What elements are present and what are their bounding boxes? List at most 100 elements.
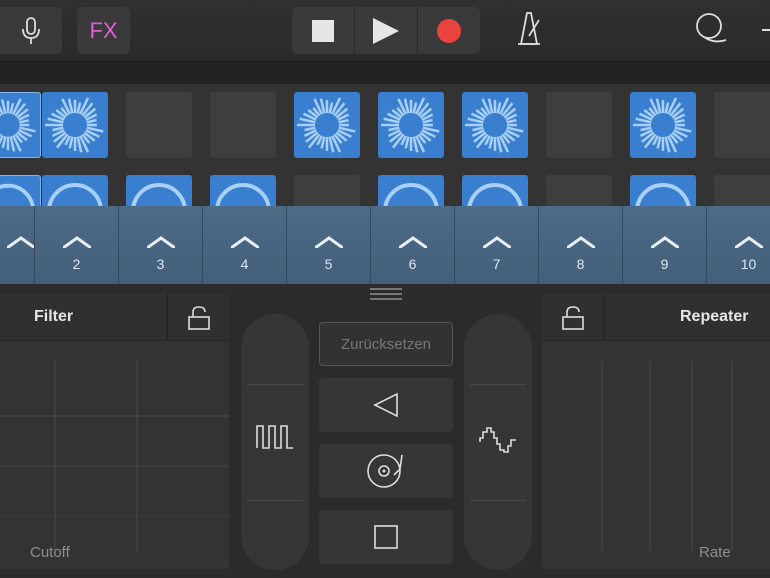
microphone-icon [22, 16, 40, 44]
loop-cell[interactable] [210, 175, 276, 206]
column-trigger-8[interactable]: 8 [538, 206, 622, 284]
waveform-ring-icon [383, 183, 439, 206]
column-number: 6 [408, 256, 417, 272]
chevron-up-icon [398, 236, 427, 248]
column-number: 9 [660, 256, 669, 272]
filter-pad[interactable]: Filter Cutoff [0, 294, 229, 569]
waveform-ring-icon [297, 97, 356, 153]
waveform-ring-icon [381, 97, 440, 153]
loop-cell[interactable] [630, 175, 696, 206]
loop-icon [696, 13, 727, 43]
filter-header: Filter [0, 294, 229, 341]
waveform-ring-icon [633, 97, 692, 153]
column-number: 5 [324, 256, 333, 272]
loop-cell[interactable] [546, 92, 612, 158]
loop-cell[interactable] [294, 92, 360, 158]
stop-button[interactable] [292, 7, 355, 54]
chevron-up-icon [650, 236, 679, 248]
column-trigger-3[interactable]: 3 [118, 206, 202, 284]
stop-effect-button[interactable] [319, 510, 453, 564]
filter-xy-grid [0, 361, 229, 551]
record-icon [437, 18, 461, 43]
column-number: 3 [156, 256, 165, 272]
loop-cell[interactable] [126, 92, 192, 158]
filter-lock-button[interactable] [167, 294, 229, 341]
chevron-up-icon [314, 236, 343, 248]
loop-cell[interactable] [0, 175, 41, 206]
loop-cell[interactable] [714, 175, 770, 206]
live-loops-screen: FX 2 3 4 5 6 7 8 9 10 Filter Cutoff Zurü… [0, 0, 770, 578]
toolbar: FX [0, 0, 770, 62]
loop-cell[interactable] [42, 175, 108, 206]
drag-handle[interactable] [370, 288, 402, 303]
loop-cell[interactable] [126, 175, 192, 206]
loop-cell[interactable] [546, 175, 612, 206]
waveform-ring-icon [467, 183, 523, 206]
reset-label: Zurücksetzen [340, 335, 432, 353]
column-number: 2 [72, 256, 81, 272]
stop-icon [312, 19, 334, 42]
column-trigger-row: 2 3 4 5 6 7 8 9 10 [0, 206, 770, 284]
loop-cell[interactable] [210, 92, 276, 158]
waveform-ring-icon [465, 97, 524, 153]
column-trigger-6[interactable]: 6 [370, 206, 454, 284]
turntable-icon [367, 454, 403, 488]
settings-partial-icon[interactable] [762, 24, 770, 36]
chevron-up-icon [230, 236, 259, 248]
play-icon [373, 17, 399, 44]
column-trigger-10[interactable]: 10 [706, 206, 770, 284]
metronome-button[interactable] [512, 10, 544, 46]
downsampler-effect-button[interactable] [464, 314, 532, 570]
loop-cell[interactable] [714, 92, 770, 158]
loop-cell[interactable] [378, 92, 444, 158]
fx-button[interactable]: FX [77, 7, 130, 54]
column-trigger-1[interactable] [0, 206, 35, 284]
microphone-button[interactable] [0, 7, 62, 54]
waveform-ring-icon [45, 97, 104, 153]
column-trigger-5[interactable]: 5 [286, 206, 370, 284]
fx-pad-area: Filter Cutoff Zurücksetzen Repeater Rate [0, 284, 770, 578]
unlock-icon [561, 305, 584, 330]
waveform-ring-icon [47, 183, 103, 206]
chevron-up-icon [566, 236, 595, 248]
loop-cell[interactable] [462, 175, 528, 206]
chevron-up-icon [734, 236, 763, 248]
metronome-icon [518, 12, 540, 45]
reset-button[interactable]: Zurücksetzen [319, 322, 453, 366]
repeater-title: Repeater [680, 308, 749, 325]
gate-icon [256, 425, 293, 449]
column-trigger-2[interactable]: 2 [34, 206, 118, 284]
chevron-up-icon [482, 236, 511, 248]
filter-axis-label: Cutoff [30, 544, 70, 561]
reverse-button[interactable] [319, 378, 453, 432]
column-trigger-9[interactable]: 9 [622, 206, 706, 284]
column-trigger-7[interactable]: 7 [454, 206, 538, 284]
transport-controls [292, 7, 480, 54]
waveform-ring-icon [0, 98, 36, 152]
loop-cell[interactable] [294, 175, 360, 206]
waveform-ring-icon [131, 183, 187, 206]
loop-cell[interactable] [0, 92, 41, 158]
square-stop-icon [374, 525, 398, 549]
waveform-ring-icon [215, 183, 271, 206]
loop-browser-button[interactable] [694, 10, 728, 46]
play-button[interactable] [355, 7, 418, 54]
column-number: 7 [492, 256, 501, 272]
gate-effect-button[interactable] [241, 314, 309, 570]
loop-cell[interactable] [42, 92, 108, 158]
record-button[interactable] [418, 7, 480, 54]
repeater-lock-button[interactable] [542, 294, 604, 341]
column-trigger-4[interactable]: 4 [202, 206, 286, 284]
scratch-button[interactable] [319, 444, 453, 498]
chevron-up-icon [146, 236, 175, 248]
loop-cell[interactable] [462, 92, 528, 158]
filter-title: Filter [34, 308, 74, 325]
loop-cell-grid [0, 84, 770, 206]
loop-cell[interactable] [378, 175, 444, 206]
repeater-pad[interactable]: Repeater Rate [542, 294, 770, 569]
repeater-axis-label: Rate [699, 544, 731, 561]
loop-cell[interactable] [630, 92, 696, 158]
column-number: 8 [576, 256, 585, 272]
column-number: 4 [240, 256, 249, 272]
repeater-header: Repeater [542, 294, 770, 341]
